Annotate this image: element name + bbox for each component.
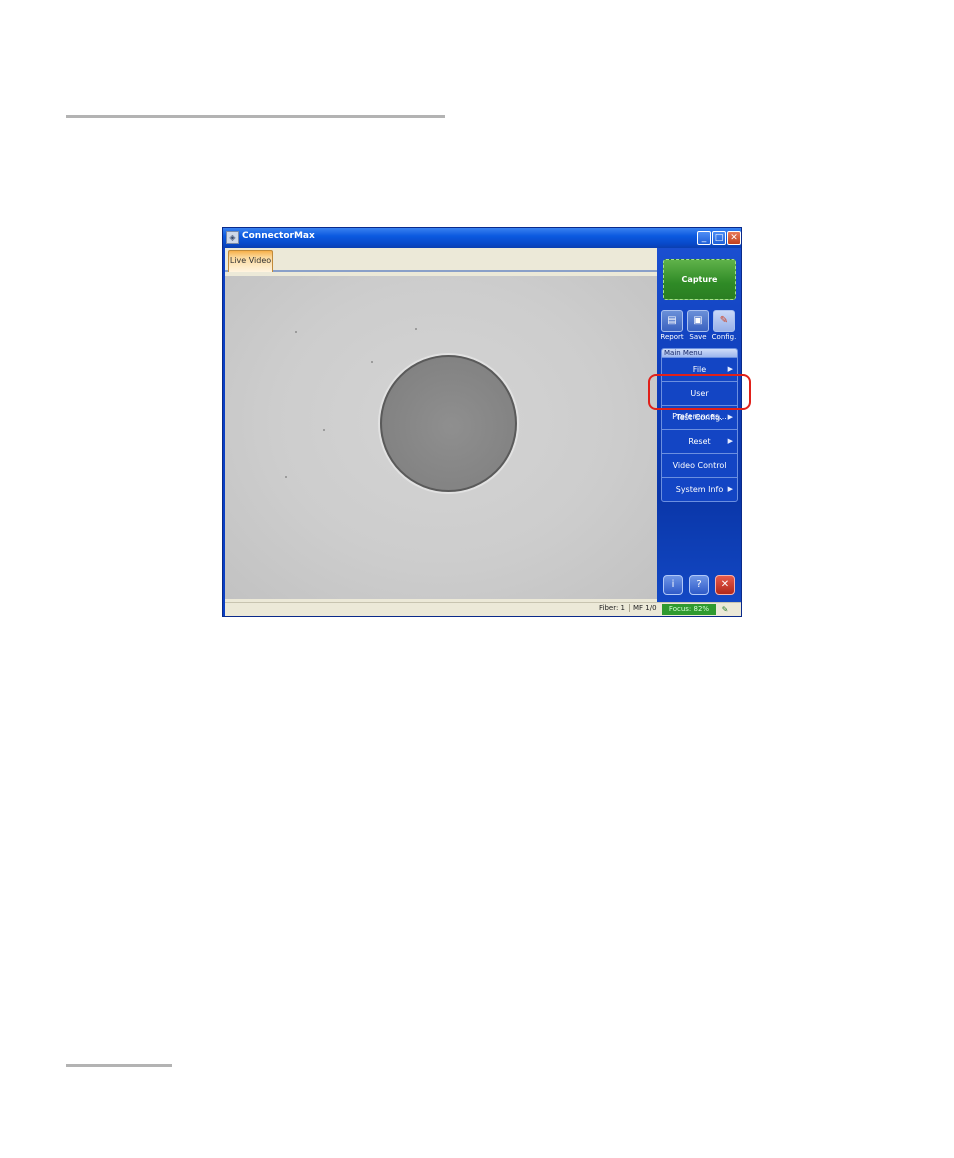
menu-item-label: Video Control: [672, 461, 727, 470]
main-view-pane: Live Video: [225, 248, 657, 602]
speck: [415, 328, 417, 330]
highlight-annotation: [648, 374, 751, 410]
close-button[interactable]: ✕: [727, 231, 741, 245]
capture-button[interactable]: Capture: [663, 259, 736, 300]
submenu-arrow-icon: ▶: [727, 485, 733, 493]
page-rule-bottom: [66, 1064, 172, 1067]
main-menu: Main Menu File ▶ User Preferences... Tes…: [661, 348, 738, 502]
tab-strip: Live Video: [225, 248, 657, 272]
fiber-end-face-image: [380, 355, 517, 492]
speck: [295, 331, 297, 333]
config-icon[interactable]: ✎: [713, 310, 735, 332]
tab-live-video[interactable]: Live Video: [228, 250, 273, 272]
speck: [323, 429, 325, 431]
connectormax-window: ◈ ConnectorMax _ □ ✕ Live Video Capture …: [222, 227, 742, 617]
menu-item-video-control[interactable]: Video Control: [662, 453, 737, 477]
live-video-view: [225, 276, 657, 599]
app-icon: ◈: [226, 231, 239, 244]
submenu-arrow-icon: ▶: [727, 437, 733, 445]
speck: [285, 476, 287, 478]
side-panel: Capture ▤ ▣ ✎ Report Save Config. Main M…: [657, 248, 741, 602]
save-label: Save: [689, 333, 707, 341]
save-icon[interactable]: ▣: [687, 310, 709, 332]
status-fiber: Fiber: 1: [599, 604, 626, 612]
menu-item-label: File: [692, 365, 707, 374]
window-title: ConnectorMax: [242, 231, 315, 241]
exit-icon[interactable]: ✕: [715, 575, 735, 595]
main-menu-title: Main Menu: [662, 349, 737, 357]
status-focus: Focus: 82%: [662, 604, 716, 615]
help-icon[interactable]: ?: [689, 575, 709, 595]
info-icon[interactable]: i: [663, 575, 683, 595]
status-bar: Fiber: 1 MF 1/0 Focus: 82% ✎: [225, 602, 741, 616]
menu-item-system-info[interactable]: System Info ▶: [662, 477, 737, 501]
status-mode: MF 1/0: [629, 604, 657, 612]
report-icon[interactable]: ▤: [661, 310, 683, 332]
menu-item-label: Reset: [688, 437, 711, 446]
menu-item-label: System Info: [675, 485, 724, 494]
title-bar[interactable]: ◈ ConnectorMax _ □ ✕: [223, 228, 741, 248]
menu-item-label: Test Config.: [676, 413, 723, 422]
page-rule-top: [66, 115, 445, 118]
report-label: Report: [660, 333, 684, 341]
minimize-button[interactable]: _: [697, 231, 711, 245]
maximize-button[interactable]: □: [712, 231, 726, 245]
config-label: Config.: [711, 333, 737, 341]
focus-indicator-icon: ✎: [721, 605, 729, 614]
menu-item-reset[interactable]: Reset ▶: [662, 429, 737, 453]
speck: [371, 361, 373, 363]
